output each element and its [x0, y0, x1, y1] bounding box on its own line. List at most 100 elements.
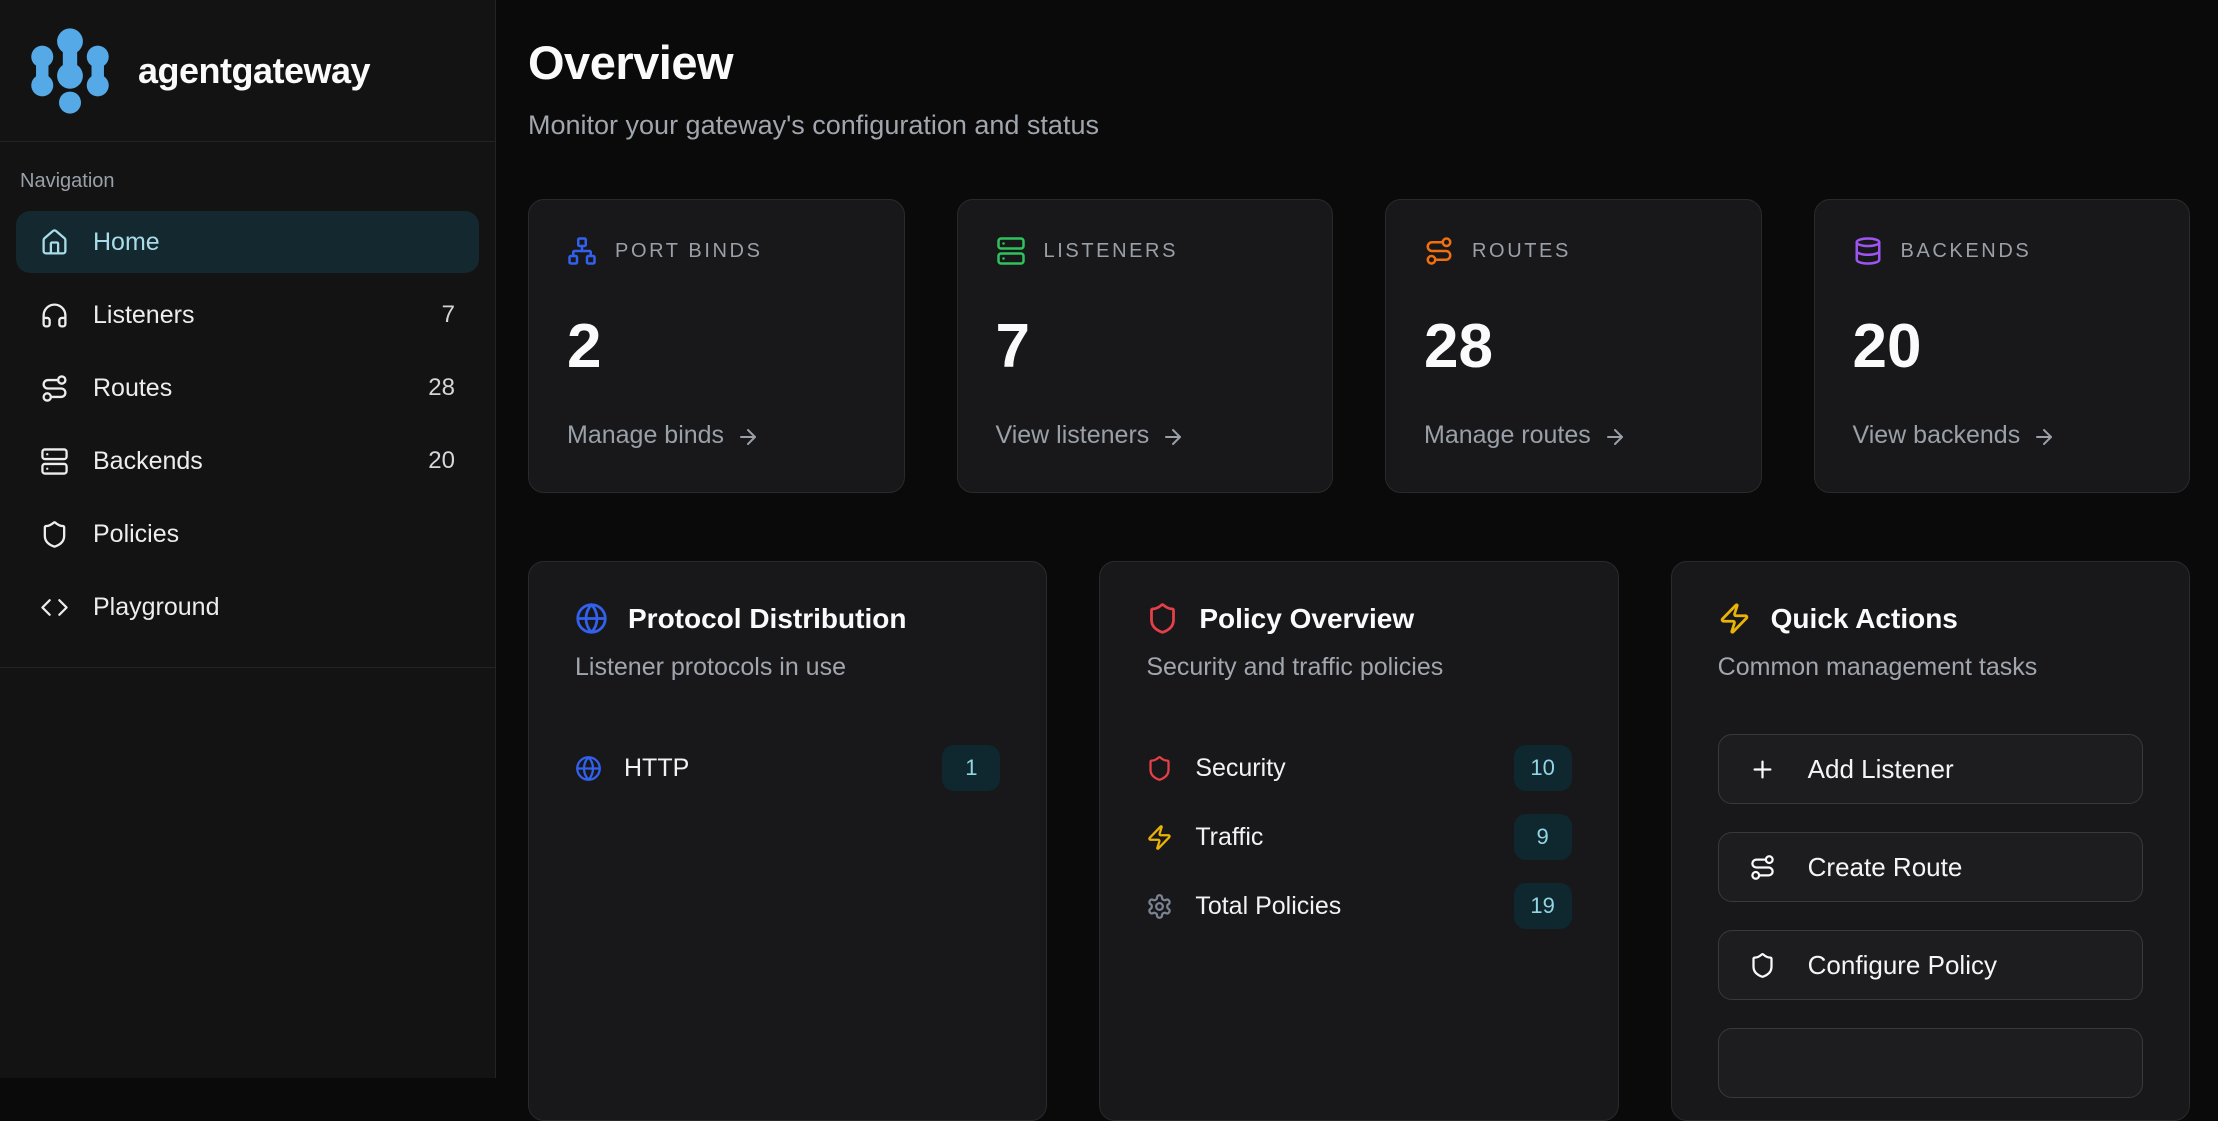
stat-head: PORT BINDS: [567, 236, 866, 266]
stat-value: 28: [1424, 316, 1723, 378]
total-policies-badge: 19: [1514, 883, 1572, 929]
stat-link-label: Manage routes: [1424, 421, 1591, 450]
sidebar-item-home[interactable]: Home: [16, 211, 479, 273]
code-icon: [40, 593, 69, 622]
quick-actions-list: Add Listener Create Route Configure Poli…: [1718, 734, 2143, 1098]
sidebar: agentgateway Navigation Home Listeners 7…: [0, 0, 496, 1078]
protocol-label: HTTP: [624, 754, 689, 783]
view-backends-link[interactable]: View backends: [1853, 421, 2152, 450]
sidebar-nav: Navigation Home Listeners 7 Routes 28 Ba…: [0, 142, 495, 668]
route-icon: [1424, 236, 1454, 266]
arrow-right-icon: [1161, 425, 1185, 449]
stat-head: BACKENDS: [1853, 236, 2152, 266]
stat-head: ROUTES: [1424, 236, 1723, 266]
quick-actions-card: Quick Actions Common management tasks Ad…: [1671, 561, 2190, 1121]
arrow-right-icon: [736, 425, 760, 449]
manage-routes-link[interactable]: Manage routes: [1424, 421, 1723, 450]
shield-icon: [1146, 755, 1173, 782]
sidebar-item-label: Backends: [93, 447, 203, 476]
stats-grid: PORT BINDS 2 Manage binds LISTENERS 7 Vi…: [528, 199, 2190, 493]
stat-card-port-binds: PORT BINDS 2 Manage binds: [528, 199, 905, 493]
sidebar-item-label: Home: [93, 228, 160, 257]
create-route-button[interactable]: Create Route: [1718, 832, 2143, 902]
action-label: Create Route: [1808, 852, 1963, 883]
policy-row-total: Total Policies 19: [1146, 882, 1571, 930]
protocol-rows: HTTP 1: [575, 744, 1000, 792]
main-content: Overview Monitor your gateway's configur…: [496, 0, 2218, 1078]
traffic-count-badge: 9: [1514, 814, 1572, 860]
server-icon: [40, 447, 69, 476]
policy-row-traffic: Traffic 9: [1146, 813, 1571, 861]
stat-value: 7: [996, 316, 1295, 378]
route-icon: [1749, 854, 1776, 881]
sidebar-item-policies[interactable]: Policies: [16, 503, 479, 565]
nav-section-label: Navigation: [20, 170, 479, 193]
quick-action-partial-button[interactable]: [1718, 1028, 2143, 1098]
sidebar-item-label: Listeners: [93, 301, 194, 330]
plus-icon: [1749, 756, 1776, 783]
add-listener-button[interactable]: Add Listener: [1718, 734, 2143, 804]
action-label: Add Listener: [1808, 754, 1954, 785]
protocol-distribution-card: Protocol Distribution Listener protocols…: [528, 561, 1047, 1121]
stat-head: LISTENERS: [996, 236, 1295, 266]
sidebar-item-playground[interactable]: Playground: [16, 576, 479, 638]
protocol-count-badge: 1: [942, 745, 1000, 791]
home-icon: [40, 228, 69, 257]
policy-label: Traffic: [1195, 823, 1263, 852]
panel-head: Policy Overview: [1146, 602, 1571, 635]
stat-card-routes: ROUTES 28 Manage routes: [1385, 199, 1762, 493]
stat-link-label: View listeners: [996, 421, 1150, 450]
route-icon: [40, 374, 69, 403]
panel-title: Policy Overview: [1199, 603, 1414, 635]
page-subtitle: Monitor your gateway's configuration and…: [528, 110, 2190, 141]
shield-icon: [1749, 952, 1776, 979]
stat-card-listeners: LISTENERS 7 View listeners: [957, 199, 1334, 493]
arrow-right-icon: [2032, 425, 2056, 449]
stat-label: PORT BINDS: [615, 240, 763, 263]
view-listeners-link[interactable]: View listeners: [996, 421, 1295, 450]
policy-label: Total Policies: [1195, 892, 1341, 921]
page-title: Overview: [528, 36, 2190, 90]
globe-icon: [575, 602, 608, 635]
nav-count-backends: 20: [428, 447, 455, 475]
policy-label: Security: [1195, 754, 1285, 783]
stat-value: 20: [1853, 316, 2152, 378]
logo-icon: [22, 27, 118, 115]
server-icon: [996, 236, 1026, 266]
panel-head: Protocol Distribution: [575, 602, 1000, 635]
sidebar-item-routes[interactable]: Routes 28: [16, 357, 479, 419]
database-icon: [1853, 236, 1883, 266]
sidebar-item-label: Policies: [93, 520, 179, 549]
sidebar-item-label: Routes: [93, 374, 172, 403]
panel-subtitle: Listener protocols in use: [575, 653, 1000, 682]
panel-title: Quick Actions: [1771, 603, 1958, 635]
app-name: agentgateway: [138, 50, 370, 92]
manage-binds-link[interactable]: Manage binds: [567, 421, 866, 450]
policy-overview-card: Policy Overview Security and traffic pol…: [1099, 561, 1618, 1121]
stat-label: LISTENERS: [1044, 240, 1179, 263]
stat-label: BACKENDS: [1901, 240, 2032, 263]
sidebar-item-listeners[interactable]: Listeners 7: [16, 284, 479, 346]
globe-icon: [575, 755, 602, 782]
zap-icon: [1718, 602, 1751, 635]
shield-icon: [1146, 602, 1179, 635]
arrow-right-icon: [1603, 425, 1627, 449]
panel-title: Protocol Distribution: [628, 603, 906, 635]
panel-head: Quick Actions: [1718, 602, 2143, 635]
sidebar-item-backends[interactable]: Backends 20: [16, 430, 479, 492]
gear-icon: [1146, 893, 1173, 920]
protocol-row-http: HTTP 1: [575, 744, 1000, 792]
policy-rows: Security 10 Traffic 9 Total Policies 19: [1146, 744, 1571, 930]
security-count-badge: 10: [1514, 745, 1572, 791]
nav-count-routes: 28: [428, 374, 455, 402]
network-icon: [567, 236, 597, 266]
stat-card-backends: BACKENDS 20 View backends: [1814, 199, 2191, 493]
action-label: Configure Policy: [1808, 950, 1997, 981]
app-logo[interactable]: agentgateway: [0, 0, 495, 142]
zap-icon: [1146, 824, 1173, 851]
stat-label: ROUTES: [1472, 240, 1571, 263]
configure-policy-button[interactable]: Configure Policy: [1718, 930, 2143, 1000]
sidebar-item-label: Playground: [93, 593, 219, 622]
stat-link-label: Manage binds: [567, 421, 724, 450]
policy-row-security: Security 10: [1146, 744, 1571, 792]
